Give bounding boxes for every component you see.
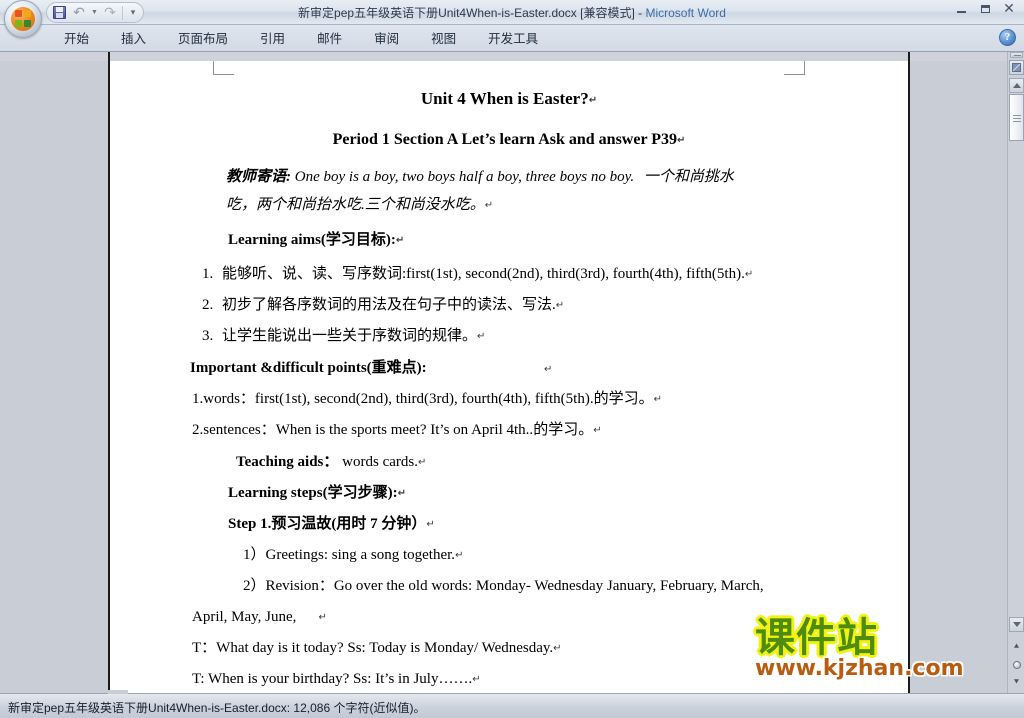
doc-line-teaching-aids: Teaching aids： words cards.↵	[236, 454, 427, 470]
tab-home[interactable]: 开始	[48, 26, 105, 52]
tab-references[interactable]: 引用	[244, 26, 301, 52]
doc-line-aim-3: 3. 让学生能说出一些关于序数词的规律。↵	[202, 328, 486, 344]
doc-line-title: Unit 4 When is Easter?↵	[420, 89, 598, 108]
doc-line-learning-aims-heading: Learning aims(学习目标):↵	[228, 232, 405, 248]
status-bar-text: 新审定pep五年级英语下册Unit4When-is-Easter.docx: 1…	[8, 701, 426, 715]
tab-page-layout[interactable]: 页面布局	[162, 26, 244, 52]
scroll-down-button[interactable]	[1009, 617, 1024, 632]
scrollbar-thumb[interactable]	[1009, 94, 1024, 141]
view-ruler-button[interactable]	[1009, 60, 1024, 75]
doc-line-quote-1: 教师寄语: One boy is a boy, two boys half a …	[226, 169, 734, 185]
split-window-handle[interactable]	[1010, 52, 1023, 58]
tab-mailings[interactable]: 邮件	[301, 26, 358, 52]
triangle-up-icon	[1012, 83, 1021, 88]
status-bar: 新审定pep五年级英语下册Unit4When-is-Easter.docx: 1…	[0, 690, 1024, 718]
triangle-down-icon	[1012, 622, 1021, 627]
doc-line-points-heading-mark: ↵	[544, 364, 553, 375]
window-title-separator: -	[634, 6, 646, 20]
doc-line-aim-2: 2. 初步了解各序数词的用法及在句子中的读法、写法.↵	[202, 297, 565, 313]
page-edge-right	[908, 52, 910, 693]
next-page-button[interactable]: ⯆	[1010, 676, 1023, 690]
browse-object-icon	[1012, 661, 1021, 669]
close-button[interactable]: ✕	[998, 1, 1020, 17]
word-application-window: ↶ ▼ ↷ ▾ 新审定pep五年级英语下册Unit4When-is-Easter…	[0, 0, 1024, 718]
window-title-app: Microsoft Word	[645, 6, 726, 20]
minimize-button[interactable]	[950, 1, 972, 17]
doc-line-words: 1.words：first(1st), second(2nd), third(3…	[192, 391, 662, 407]
previous-page-button[interactable]: ⯅	[1010, 640, 1023, 654]
restore-button[interactable]	[974, 1, 996, 17]
select-browse-object-button[interactable]	[1010, 658, 1023, 672]
document-workspace: Unit 4 When is Easter?↵ Period 1 Section…	[0, 52, 1024, 693]
ruler-icon	[1012, 63, 1021, 72]
doc-line-subtitle: Period 1 Section A Let’s learn Ask and a…	[332, 131, 686, 148]
document-page[interactable]: Unit 4 When is Easter?↵ Period 1 Section…	[110, 61, 908, 693]
doc-line-greetings: 1）Greetings: sing a song together.↵	[243, 547, 464, 563]
window-title: 新审定pep五年级英语下册Unit4When-is-Easter.docx [兼…	[0, 4, 1024, 21]
doc-line-points-heading: Important &difficult points(重难点):	[190, 360, 427, 376]
doc-line-dialogue-1: T：What day is it today? Ss: Today is Mon…	[192, 640, 562, 656]
office-logo-icon	[11, 7, 35, 31]
tab-developer[interactable]: 开发工具	[472, 26, 554, 52]
ribbon-tab-bar: 开始 插入 页面布局 引用 邮件 审阅 视图 开发工具 ?	[0, 25, 1024, 52]
title-bar: ↶ ▼ ↷ ▾ 新审定pep五年级英语下册Unit4When-is-Easter…	[0, 0, 1024, 38]
window-title-document: 新审定pep五年级英语下册Unit4When-is-Easter.docx [兼…	[298, 6, 635, 20]
vertical-scrollbar[interactable]: ⯅ ⯆	[1007, 52, 1024, 693]
scroll-up-button[interactable]	[1009, 78, 1024, 93]
help-icon[interactable]: ?	[999, 29, 1016, 46]
doc-line-sentences: 2.sentences：When is the sports meet? It’…	[192, 422, 602, 438]
doc-line-step-1: Step 1.预习温故(用时 7 分钟）↵	[228, 516, 435, 532]
margin-corner-top-right	[784, 61, 805, 75]
window-controls: ✕	[950, 1, 1020, 17]
double-arrow-down-icon: ⯆	[1012, 678, 1021, 688]
doc-line-quote-2: 吃，两个和尚抬水吃.三个和尚没水吃。↵	[226, 197, 494, 213]
office-button[interactable]	[4, 0, 42, 38]
doc-line-learning-steps-heading: Learning steps(学习步骤):↵	[228, 485, 406, 501]
tab-review[interactable]: 审阅	[358, 26, 415, 52]
tab-view[interactable]: 视图	[415, 26, 472, 52]
doc-line-dialogue-2: T: When is your birthday? Ss: It’s in Ju…	[192, 671, 481, 687]
margin-corner-top-left	[213, 61, 234, 75]
doc-line-aim-1: 1. 能够听、说、读、写序数词:first(1st), second(2nd),…	[202, 266, 754, 282]
doc-line-revision: 2）Revision：Go over the old words: Monday…	[243, 578, 764, 594]
double-arrow-up-icon: ⯅	[1012, 642, 1021, 652]
tab-insert[interactable]: 插入	[105, 26, 162, 52]
doc-line-revision-cont: April, May, June, ↵	[192, 609, 327, 625]
ribbon-tabs: 开始 插入 页面布局 引用 邮件 审阅 视图 开发工具	[48, 25, 554, 52]
workspace-top-strip	[0, 52, 1024, 61]
